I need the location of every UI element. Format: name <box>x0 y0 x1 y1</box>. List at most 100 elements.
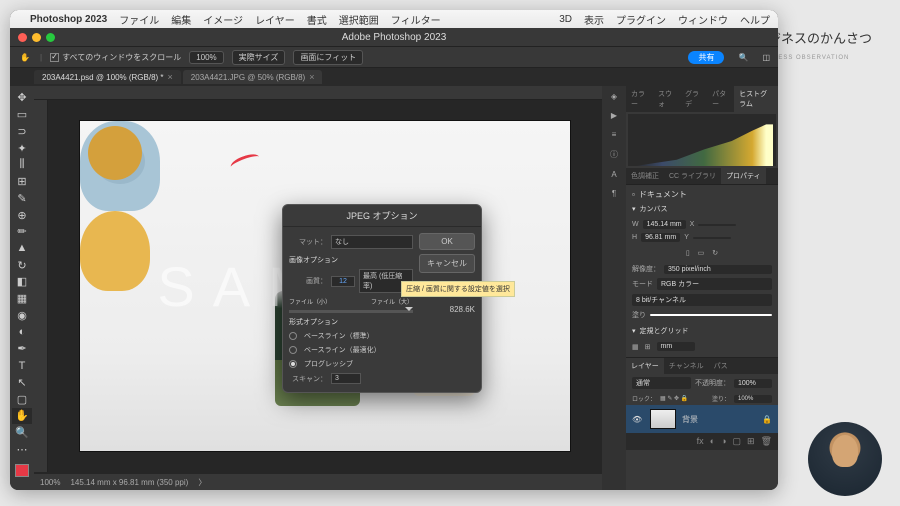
menu-window[interactable]: ウィンドウ <box>678 12 728 27</box>
quality-slider[interactable] <box>289 310 413 313</box>
fx-icon[interactable]: fx <box>697 436 704 447</box>
eyedropper-tool-icon[interactable]: ✎ <box>12 190 32 206</box>
fill-swatch[interactable] <box>650 314 772 316</box>
menu-plugin[interactable]: プラグイン <box>616 12 666 27</box>
visibility-icon[interactable]: 👁 <box>632 415 644 424</box>
lock-icons[interactable]: ▦ ✎ ✥ 🔒 <box>660 395 688 402</box>
width-input[interactable]: 145.14 mm <box>643 220 686 229</box>
dodge-tool-icon[interactable]: ◐ <box>12 324 32 340</box>
zoom-tool-icon[interactable]: 🔍 <box>12 425 32 441</box>
workspace-icon[interactable]: ◫ <box>762 53 770 62</box>
clone-tool-icon[interactable]: ▲ <box>12 241 32 257</box>
resolution-input[interactable]: 350 pixel/inch <box>664 265 772 274</box>
tab-doc-1[interactable]: 203A4421.psd @ 100% (RGB/8) *× <box>34 70 181 84</box>
status-zoom[interactable]: 100% <box>40 478 60 487</box>
shape-tool-icon[interactable]: ▢ <box>12 391 32 407</box>
panel-play-icon[interactable]: ▶ <box>611 111 617 120</box>
height-input[interactable]: 96.81 mm <box>641 233 680 242</box>
gradient-tool-icon[interactable]: ▦ <box>12 291 32 307</box>
blur-tool-icon[interactable]: ◉ <box>12 308 32 324</box>
new-layer-icon[interactable]: ⊞ <box>747 436 755 447</box>
properties-tabs[interactable]: 色調補正CC ライブラリプロパティ <box>626 168 778 184</box>
type-tool-icon[interactable]: T <box>12 358 32 374</box>
share-button[interactable]: 共有 <box>688 51 724 64</box>
panel-char-icon[interactable]: A <box>611 170 616 179</box>
rotate-icon[interactable]: ↻ <box>712 249 718 257</box>
ruler-vertical[interactable] <box>34 100 48 472</box>
tab-doc-2[interactable]: 203A4421.JPG @ 50% (RGB/8)× <box>183 70 323 84</box>
app-name[interactable]: Photoshop 2023 <box>30 14 107 25</box>
heal-tool-icon[interactable]: ⊕ <box>12 207 32 223</box>
status-chevron-icon[interactable]: 〉 <box>198 477 206 488</box>
traffic-lights[interactable] <box>10 29 63 46</box>
cancel-button[interactable]: キャンセル <box>419 254 475 273</box>
lock-icon[interactable]: 🔒 <box>762 415 772 424</box>
wand-tool-icon[interactable]: ✦ <box>12 140 32 156</box>
panel-history-icon[interactable]: ≡ <box>612 130 617 139</box>
close-tab-icon[interactable]: × <box>168 72 173 82</box>
panel-info-icon[interactable]: ⓘ <box>610 149 618 160</box>
radio-progressive[interactable]: プログレッシブ <box>289 357 413 371</box>
layer-background[interactable]: 👁 背景 🔒 <box>626 405 778 433</box>
frame-tool-icon[interactable]: ⊞ <box>12 174 32 190</box>
panel-para-icon[interactable]: ¶ <box>612 189 616 198</box>
scroll-all-checkbox[interactable]: すべてのウィンドウをスクロール <box>50 52 181 63</box>
trash-icon[interactable]: 🗑 <box>761 436 772 447</box>
y-input[interactable] <box>693 237 731 239</box>
orient-portrait-icon[interactable]: ▯ <box>686 249 690 257</box>
fit-screen-button[interactable]: 画面にフィット <box>293 50 363 65</box>
foreground-swatch[interactable] <box>15 464 29 476</box>
menu-layer[interactable]: レイヤー <box>255 12 295 27</box>
ruler-horizontal[interactable] <box>34 86 602 100</box>
move-tool-icon[interactable]: ✥ <box>12 90 32 106</box>
crop-tool-icon[interactable]: ⫼ <box>12 157 32 173</box>
menu-edit[interactable]: 編集 <box>171 12 191 27</box>
edit-toolbar-icon[interactable]: ⋯ <box>12 441 32 457</box>
mode-select[interactable]: RGB カラー <box>657 278 772 290</box>
depth-select[interactable]: 8 bit/チャンネル <box>632 294 772 306</box>
blend-mode-select[interactable]: 通常 <box>632 377 691 389</box>
minimize-icon[interactable] <box>32 33 41 42</box>
menu-select[interactable]: 選択範囲 <box>339 12 379 27</box>
zoom-value[interactable]: 100% <box>189 51 223 64</box>
panel-learn-icon[interactable]: ◈ <box>611 92 617 101</box>
matte-select[interactable]: なし <box>331 235 413 249</box>
histogram-tabs[interactable]: カラースウォグラデパターヒストグラム <box>626 86 778 112</box>
layer-thumbnail[interactable] <box>650 409 676 429</box>
layers-tabs[interactable]: レイヤーチャンネルパス <box>626 358 778 374</box>
adjustment-icon[interactable]: ◑ <box>721 436 726 447</box>
ok-button[interactable]: OK <box>419 233 475 250</box>
opacity-input[interactable]: 100% <box>734 379 772 388</box>
actual-size-button[interactable]: 実際サイズ <box>232 50 286 65</box>
pen-tool-icon[interactable]: ✒ <box>12 341 32 357</box>
mask-icon[interactable]: ◐ <box>710 436 715 447</box>
path-tool-icon[interactable]: ↖ <box>12 374 32 390</box>
hand-tool-icon[interactable]: ✋ <box>12 408 32 424</box>
close-icon[interactable] <box>18 33 27 42</box>
marquee-tool-icon[interactable]: ▭ <box>12 107 32 123</box>
search-icon[interactable]: 🔍 <box>738 53 748 62</box>
scan-select[interactable]: 3 <box>331 373 361 384</box>
unit-select[interactable]: mm <box>657 342 695 351</box>
quality-input[interactable]: 12 <box>331 276 355 287</box>
menu-3d[interactable]: 3D <box>559 14 572 25</box>
brush-tool-icon[interactable]: ✏ <box>12 224 32 240</box>
close-tab-icon[interactable]: × <box>309 72 314 82</box>
menu-file[interactable]: ファイル <box>119 12 159 27</box>
fullscreen-icon[interactable] <box>46 33 55 42</box>
radio-baseline-opt[interactable]: ベースライン（最適化） <box>289 343 413 357</box>
menu-view[interactable]: 表示 <box>584 12 604 27</box>
mac-menubar[interactable]: Photoshop 2023 ファイル 編集 イメージ レイヤー 書式 選択範囲… <box>10 10 778 28</box>
orient-landscape-icon[interactable]: ▭ <box>698 249 705 257</box>
radio-baseline-std[interactable]: ベースライン（標準） <box>289 329 413 343</box>
menu-help[interactable]: ヘルプ <box>740 12 770 27</box>
fill-input[interactable]: 100% <box>734 395 772 403</box>
eraser-tool-icon[interactable]: ◧ <box>12 274 32 290</box>
history-brush-icon[interactable]: ↻ <box>12 257 32 273</box>
ruler-icon[interactable]: ▦ <box>632 343 639 351</box>
menu-filter[interactable]: フィルター <box>391 12 441 27</box>
folder-icon[interactable]: ▢ <box>733 436 742 447</box>
x-input[interactable] <box>698 224 736 226</box>
menu-type[interactable]: 書式 <box>307 12 327 27</box>
menu-image[interactable]: イメージ <box>203 12 243 27</box>
